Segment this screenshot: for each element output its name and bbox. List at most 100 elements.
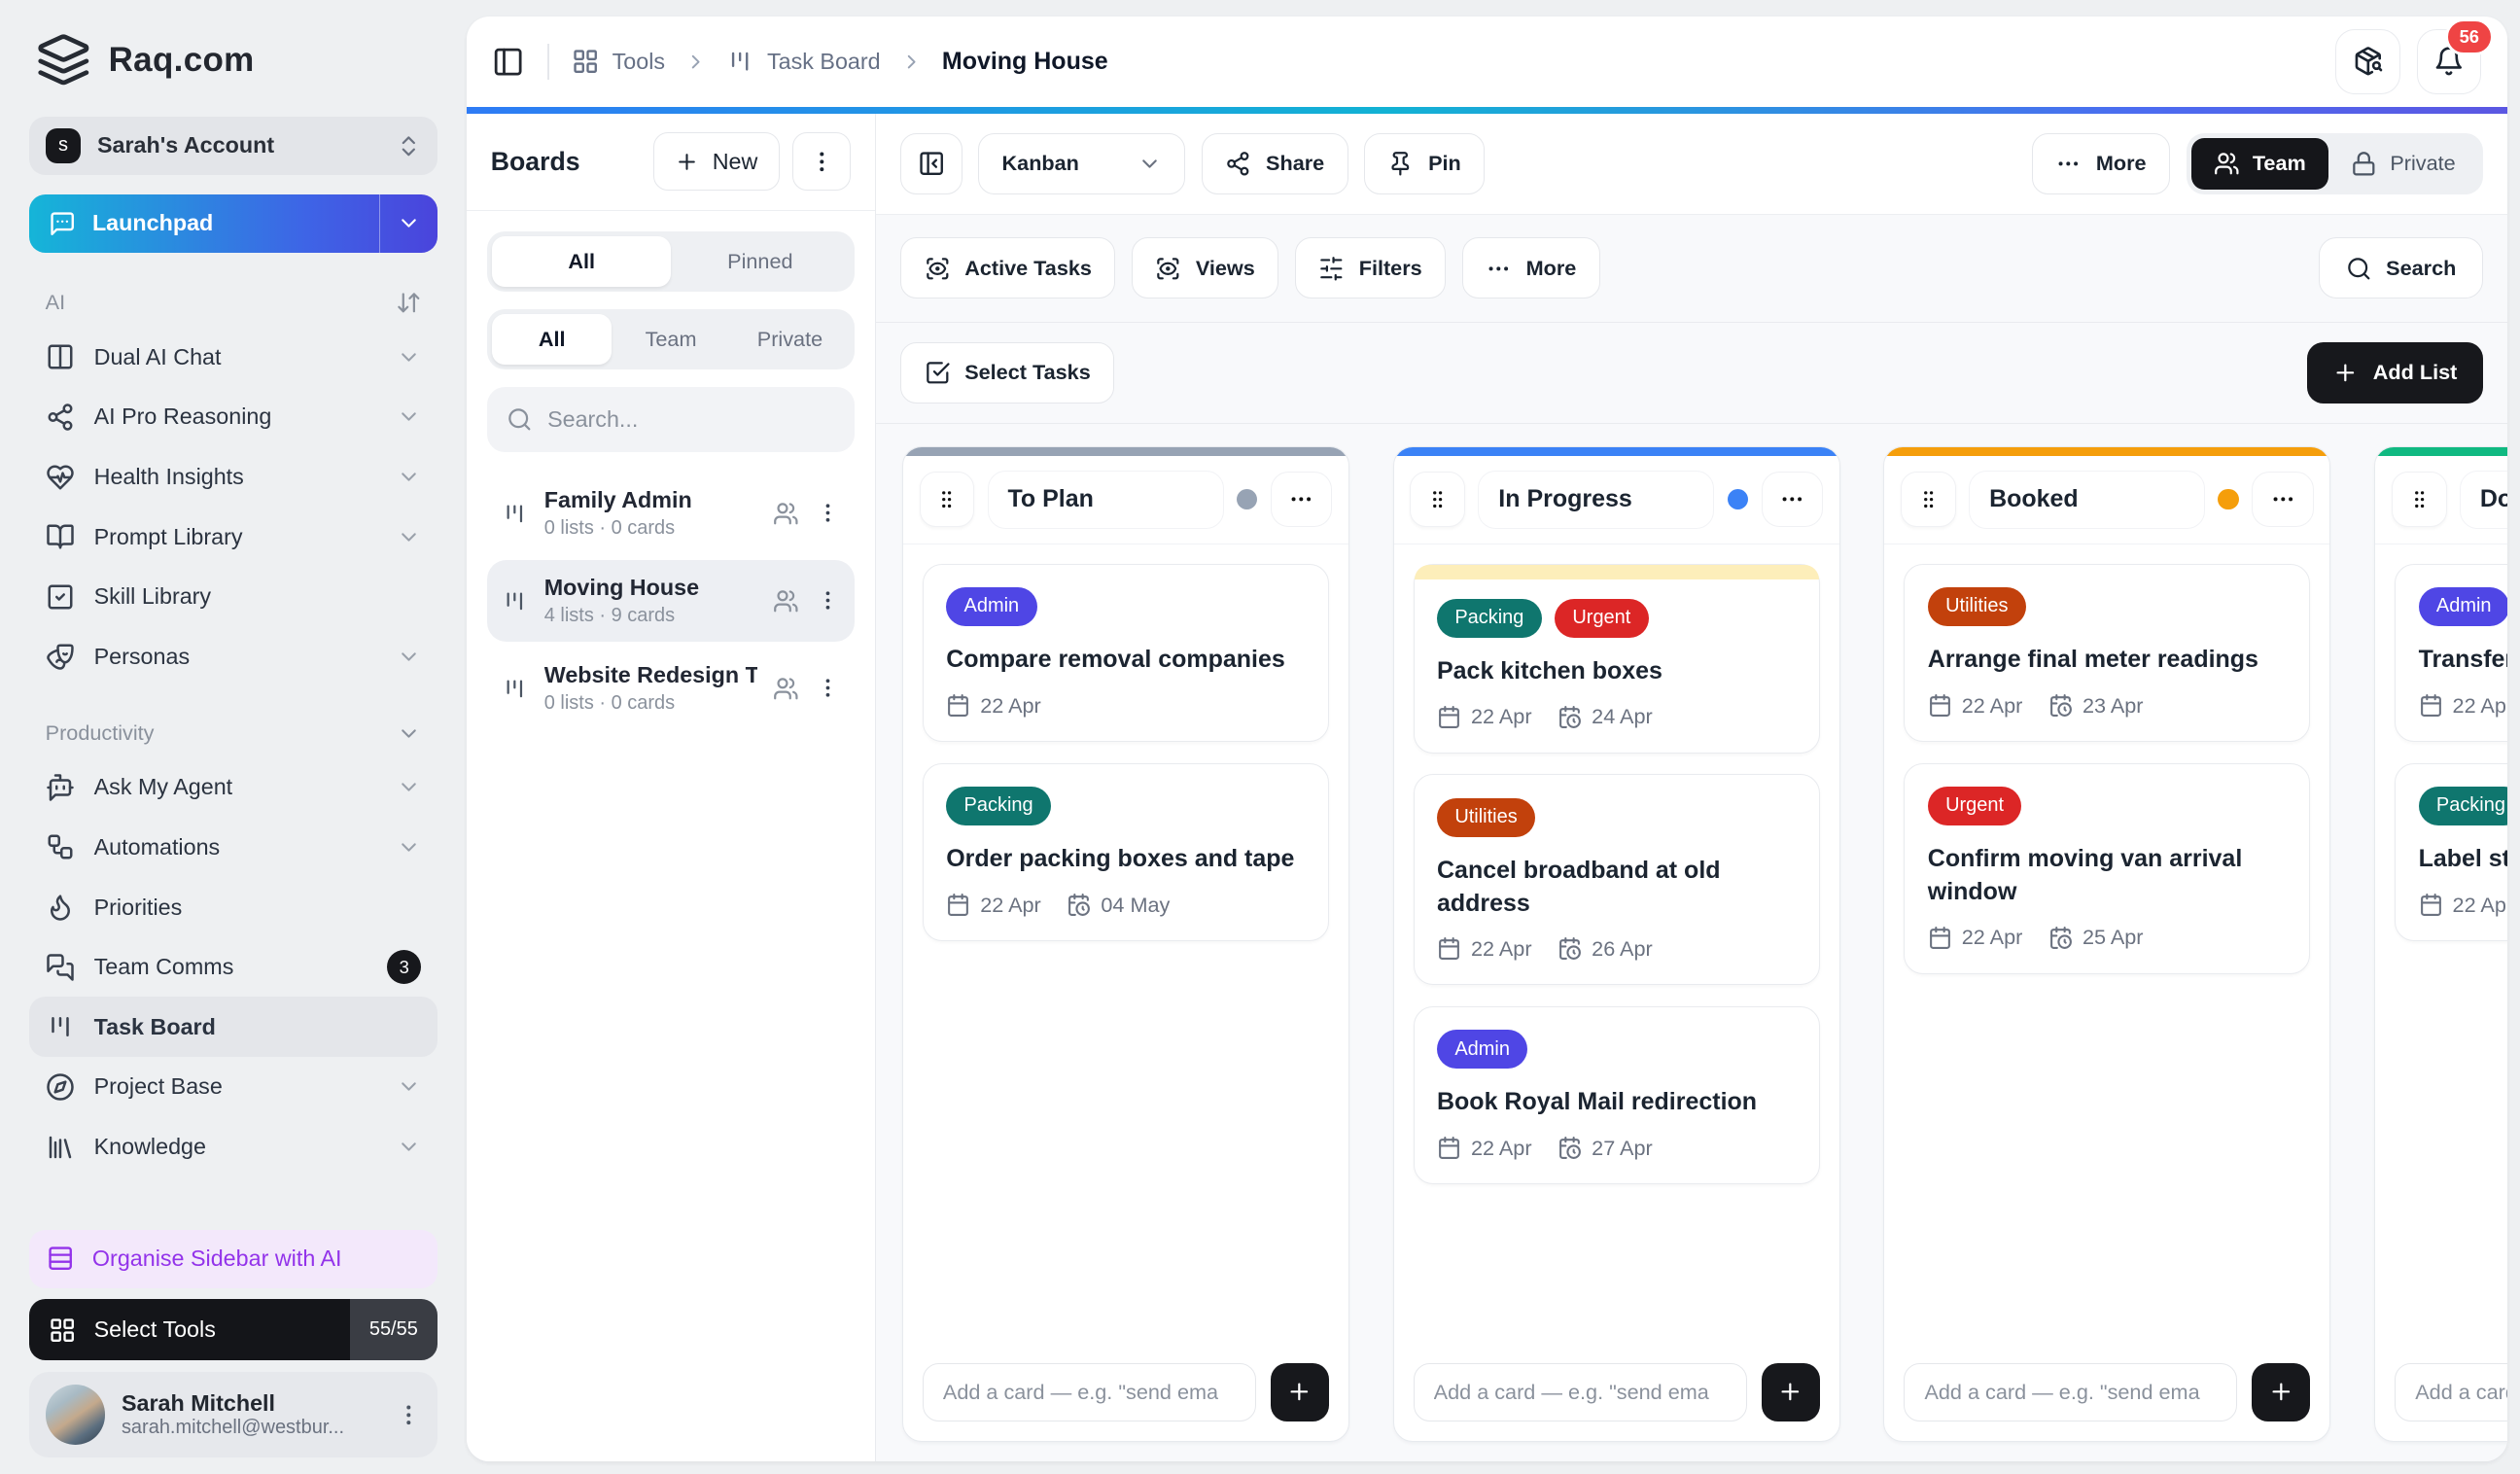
task-card[interactable]: Urgent Confirm moving van arrival window… <box>1904 762 2311 974</box>
segment-team[interactable]: Team <box>2190 137 2329 190</box>
package-search-button[interactable] <box>2335 28 2401 94</box>
add-card-button[interactable] <box>2252 1362 2311 1421</box>
grid-icon <box>49 1316 76 1344</box>
drag-handle[interactable] <box>1901 472 1956 527</box>
add-card-button[interactable] <box>1761 1362 1820 1421</box>
add-card-input[interactable] <box>2395 1362 2507 1421</box>
tab-team[interactable]: Team <box>612 314 730 365</box>
add-card-button[interactable] <box>1270 1362 1329 1421</box>
sidebar-item-automations[interactable]: Automations <box>29 818 438 878</box>
sidebar-toggle-button[interactable] <box>492 46 524 78</box>
checkbox-icon <box>925 360 951 386</box>
plus-icon <box>2332 360 2359 386</box>
active-tasks-button[interactable]: Active Tasks <box>900 237 1116 299</box>
add-card-input[interactable] <box>1413 1362 1747 1421</box>
sidebar-item-ask-my-agent[interactable]: Ask My Agent <box>29 757 438 818</box>
views-button[interactable]: Views <box>1131 237 1279 299</box>
avatar <box>45 1385 106 1446</box>
kebab-menu-icon[interactable] <box>396 1402 422 1428</box>
segment-private[interactable]: Private <box>2328 138 2478 190</box>
search-button[interactable]: Search <box>2318 237 2483 299</box>
board-meta: 0 lists · 0 cards <box>543 691 676 714</box>
launchpad-expand-button[interactable] <box>378 193 438 253</box>
sidebar-item-label: Project Base <box>93 1073 223 1100</box>
column-menu-button[interactable] <box>2252 472 2314 527</box>
boards-search[interactable] <box>487 387 855 452</box>
column-menu-button[interactable] <box>1761 472 1823 527</box>
filters-button[interactable]: Filters <box>1294 237 1446 299</box>
column-menu-button[interactable] <box>1270 472 1333 527</box>
task-card[interactable]: Utilities Cancel broadband at old addres… <box>1413 774 1820 986</box>
new-board-button[interactable]: New <box>652 132 781 192</box>
task-card[interactable]: Utilities Arrange final meter readings 2… <box>1904 563 2311 742</box>
column-title[interactable]: Booked <box>1969 470 2206 529</box>
kanban-columns: To Plan Admin Compare removal companies … <box>876 424 2507 1461</box>
sort-icon[interactable] <box>396 290 422 316</box>
sidebar-item-task-board[interactable]: Task Board <box>28 997 438 1058</box>
tag-badge: Utilities <box>1927 586 2026 626</box>
ellipsis-icon <box>2270 486 2296 512</box>
task-card[interactable]: Admin Compare removal companies 22 Apr <box>922 563 1329 742</box>
sidebar-item-dual-ai-chat[interactable]: Dual AI Chat <box>29 327 438 387</box>
collapse-panel-button[interactable] <box>900 132 962 194</box>
sidebar-item-project-base[interactable]: Project Base <box>29 1057 438 1117</box>
card-title: Arrange final meter readings <box>1927 646 2258 674</box>
column-title[interactable]: In Progress <box>1478 470 1715 529</box>
sidebar-item-knowledge[interactable]: Knowledge <box>29 1117 438 1177</box>
sidebar-item-personas[interactable]: Personas <box>29 627 438 687</box>
notifications-button[interactable]: 56 <box>2416 18 2494 94</box>
board-item-moving-house[interactable]: Moving House 4 lists · 9 cards <box>487 560 855 642</box>
share-button[interactable]: Share <box>1202 132 1348 194</box>
add-list-button[interactable]: Add List <box>2306 341 2483 404</box>
chevron-down-icon <box>397 775 421 799</box>
columns-icon <box>46 342 75 371</box>
sidebar-item-ai-pro-reasoning[interactable]: AI Pro Reasoning <box>29 387 438 447</box>
breadcrumb-task-board[interactable]: Task Board <box>726 48 881 75</box>
sidebar-item-priorities[interactable]: Priorities <box>29 877 438 937</box>
kebab-menu-icon[interactable] <box>816 676 840 700</box>
drag-handle[interactable] <box>2391 472 2447 527</box>
add-card-input[interactable] <box>922 1362 1256 1421</box>
organise-sidebar-button[interactable]: Organise Sidebar with AI <box>28 1229 438 1288</box>
boards-search-input[interactable] <box>547 405 835 433</box>
kebab-menu-icon[interactable] <box>816 501 840 525</box>
brand-name: Raq.com <box>108 40 255 79</box>
pin-button[interactable]: Pin <box>1364 132 1486 194</box>
task-card[interactable]: Admin Book Royal Mail redirection 22 Apr… <box>1413 1005 1820 1185</box>
sidebar-item-health-insights[interactable]: Health Insights <box>29 447 438 508</box>
users-icon <box>773 501 799 527</box>
board-item-website-redesign[interactable]: Website Redesign Ta... 0 lists · 0 cards <box>487 648 854 728</box>
user-profile[interactable]: Sarah Mitchell sarah.mitchell@westbur... <box>28 1372 438 1458</box>
column-title[interactable]: To Plan <box>987 470 1224 529</box>
kebab-menu-icon[interactable] <box>816 588 840 613</box>
filter-more-button[interactable]: More <box>1461 237 1600 299</box>
column-title[interactable]: Done <box>2459 470 2507 529</box>
task-card[interactable]: Packing Urgent Pack kitchen boxes 22 Apr… <box>1413 563 1820 754</box>
board-item-family-admin[interactable]: Family Admin 0 lists · 0 cards <box>487 473 854 553</box>
select-tasks-button[interactable]: Select Tasks <box>900 341 1115 404</box>
tab-pinned[interactable]: Pinned <box>671 236 850 287</box>
launchpad-button[interactable]: Launchpad <box>28 193 438 253</box>
drag-handle[interactable] <box>1410 472 1465 527</box>
workflow-icon <box>46 832 75 861</box>
task-card[interactable]: Admin Transfer c 22 Apr <box>2395 563 2507 742</box>
tab-all[interactable]: All <box>492 314 612 365</box>
start-date: 22 Apr <box>1470 1135 1532 1160</box>
select-tools-button[interactable]: Select Tools 55/55 <box>28 1299 438 1361</box>
task-card[interactable]: Packing Order packing boxes and tape 22 … <box>922 762 1329 941</box>
breadcrumb-tools[interactable]: Tools <box>572 48 665 75</box>
tab-private[interactable]: Private <box>730 314 849 365</box>
sidebar-item-prompt-library[interactable]: Prompt Library <box>29 507 438 567</box>
productivity-section-header[interactable]: Productivity <box>29 706 438 757</box>
tag-badge: Packing <box>946 786 1051 825</box>
sidebar-item-skill-library[interactable]: Skill Library <box>29 567 438 627</box>
add-card-input[interactable] <box>1904 1362 2238 1421</box>
tab-all[interactable]: All <box>492 236 672 287</box>
more-button[interactable]: More <box>2031 132 2170 194</box>
drag-handle[interactable] <box>919 472 975 527</box>
boards-menu-button[interactable] <box>792 132 852 192</box>
sidebar-item-team-comms[interactable]: Team Comms 3 <box>29 937 438 998</box>
account-switcher[interactable]: s Sarah's Account <box>28 116 438 175</box>
view-select[interactable]: Kanban <box>978 132 1186 194</box>
task-card[interactable]: Packing Label stor 22 Apr <box>2395 762 2507 941</box>
